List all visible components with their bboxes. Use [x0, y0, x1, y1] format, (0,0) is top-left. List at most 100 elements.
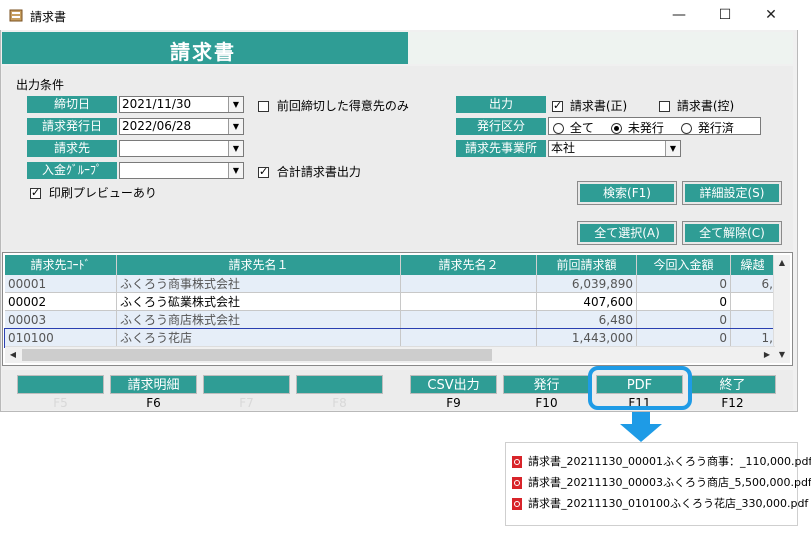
table-row[interactable]: 00003 ふくろう商店株式会社 6,480 0: [5, 311, 777, 329]
deposit-group-combo[interactable]: ▼: [119, 162, 244, 179]
cell-deposit: 0: [637, 329, 731, 347]
checkbox-icon[interactable]: [659, 101, 670, 112]
select-all-button[interactable]: 全て選択(A): [577, 221, 677, 245]
issue-type-radio-group: 全て 未発行 発行済: [548, 117, 761, 135]
table-row[interactable]: 00001 ふくろう商事株式会社 6,039,890 0 6,: [5, 275, 777, 293]
radio-all[interactable]: 全て: [553, 119, 594, 136]
table-row-selected[interactable]: 010100 ふくろう花店 1,443,000 0 1,: [4, 328, 778, 348]
checkbox-checked-icon[interactable]: [30, 186, 41, 199]
chevron-down-icon[interactable]: ▼: [665, 141, 680, 156]
clear-all-button[interactable]: 全て解除(C): [682, 221, 782, 245]
cell-deposit: 0: [637, 275, 731, 293]
vertical-scrollbar[interactable]: ▲ ▼: [773, 255, 790, 363]
deposit-group-label: 入金ｸﾞﾙｰﾌﾟ: [27, 162, 117, 179]
file-item[interactable]: 請求書_20211130_00001ふくろう商事：_110,000.pdf: [512, 453, 811, 471]
cell-code: 00002: [5, 293, 117, 311]
chevron-down-icon[interactable]: ▼: [228, 97, 243, 112]
output-copy-checkbox[interactable]: 請求書(控): [659, 97, 734, 114]
issue-date-combo[interactable]: 2022/06/28 ▼: [119, 118, 244, 135]
cell-carry: 6,: [731, 275, 777, 293]
scroll-right-icon[interactable]: ▶: [759, 347, 775, 363]
print-preview-checkbox[interactable]: 印刷プレビューあり: [30, 184, 157, 201]
radio-icon[interactable]: [553, 123, 564, 134]
chevron-down-icon[interactable]: ▼: [228, 119, 243, 134]
cell-name2: [401, 275, 537, 293]
radio-issued-label: 発行済: [697, 121, 734, 135]
column-header-code[interactable]: 請求先ｺｰﾄﾞ: [5, 255, 117, 275]
pdf-file-list: 請求書_20211130_00001ふくろう商事：_110,000.pdf 請求…: [505, 442, 811, 526]
pdf-file-icon: [512, 498, 522, 510]
cell-carry: [731, 311, 777, 329]
scroll-up-icon[interactable]: ▲: [774, 255, 790, 271]
issue-type-label: 発行区分: [456, 118, 546, 135]
close-button[interactable]: ✕: [748, 0, 794, 30]
column-header-name2[interactable]: 請求先名２: [401, 255, 537, 275]
issue-button[interactable]: 発行: [503, 375, 590, 394]
radio-unissued-label: 未発行: [627, 121, 664, 135]
scroll-left-icon[interactable]: ◀: [5, 347, 21, 363]
column-header-prev-amount[interactable]: 前回請求額: [537, 255, 637, 275]
billing-to-label: 請求先: [27, 140, 117, 157]
cell-name2: [401, 311, 537, 329]
file-name: 請求書_20211130_00001ふくろう商事：_110,000.pdf: [528, 455, 811, 468]
print-preview-label: 印刷プレビューあり: [48, 186, 157, 200]
office-value: 本社: [551, 141, 576, 155]
f9-key-label: F9: [446, 396, 461, 410]
output-original-checkbox[interactable]: 請求書(正): [552, 97, 627, 114]
office-label: 請求先事業所: [456, 140, 546, 157]
scroll-down-icon[interactable]: ▼: [774, 347, 790, 363]
horizontal-scrollbar[interactable]: ◀ ▶: [5, 346, 775, 363]
cell-deposit: 0: [637, 293, 731, 311]
cell-prev-amount: 6,480: [537, 311, 637, 329]
office-combo[interactable]: 本社 ▼: [548, 140, 681, 157]
f5-key-label: F5: [53, 396, 68, 410]
radio-icon[interactable]: [681, 123, 692, 134]
f5-button[interactable]: [17, 375, 104, 394]
column-header-name1[interactable]: 請求先名１: [117, 255, 401, 275]
cell-prev-amount: 6,039,890: [537, 275, 637, 293]
file-name: 請求書_20211130_00003ふくろう商店_5,500,000.pdf: [528, 476, 811, 489]
total-invoice-label: 合計請求書出力: [276, 165, 361, 179]
cell-carry: [731, 293, 777, 311]
exit-button[interactable]: 終了: [689, 375, 776, 394]
total-invoice-checkbox[interactable]: 合計請求書出力: [258, 163, 361, 180]
scroll-thumb[interactable]: [22, 349, 492, 361]
minimize-button[interactable]: —: [656, 0, 702, 30]
cell-deposit: 0: [637, 311, 731, 329]
radio-issued[interactable]: 発行済: [681, 119, 734, 136]
f8-key-label: F8: [332, 396, 347, 410]
invoice-detail-button[interactable]: 請求明細: [110, 375, 197, 394]
column-header-carry[interactable]: 繰越: [731, 255, 775, 275]
f12-key-label: F12: [721, 396, 744, 410]
detail-settings-button[interactable]: 詳細設定(S): [682, 181, 782, 205]
billing-grid: 請求先ｺｰﾄﾞ 請求先名１ 請求先名２ 前回請求額 今回入金額 繰越 00001…: [2, 252, 793, 366]
cell-code: 00003: [5, 311, 117, 329]
search-button[interactable]: 検索(F1): [577, 181, 677, 205]
f7-button[interactable]: [203, 375, 290, 394]
radio-unissued[interactable]: 未発行: [611, 119, 664, 136]
checkbox-checked-icon[interactable]: [258, 165, 269, 178]
f8-button[interactable]: [296, 375, 383, 394]
file-item[interactable]: 請求書_20211130_00003ふくろう商店_5,500,000.pdf: [512, 474, 811, 492]
cell-prev-amount: 407,600: [537, 293, 637, 311]
cell-name2: [401, 329, 537, 347]
file-name: 請求書_20211130_010100ふくろう花店_330,000.pdf: [528, 497, 809, 510]
cell-name1: ふくろう商事株式会社: [117, 275, 401, 293]
cell-name2: [401, 293, 537, 311]
prev-only-checkbox[interactable]: 前回締切した得意先のみ: [258, 97, 409, 114]
column-header-deposit[interactable]: 今回入金額: [637, 255, 731, 275]
billing-to-combo[interactable]: ▼: [119, 140, 244, 157]
chevron-down-icon[interactable]: ▼: [228, 141, 243, 156]
file-item[interactable]: 請求書_20211130_010100ふくろう花店_330,000.pdf: [512, 495, 808, 513]
table-row[interactable]: 00002 ふくろう砿業株式会社 407,600 0: [5, 293, 777, 311]
closing-date-combo[interactable]: 2021/11/30 ▼: [119, 96, 244, 113]
cell-carry: 1,: [731, 329, 777, 347]
chevron-down-icon[interactable]: ▼: [228, 163, 243, 178]
checkbox-icon[interactable]: [258, 101, 269, 112]
radio-selected-icon[interactable]: [611, 123, 622, 134]
f6-key-label: F6: [146, 396, 161, 410]
maximize-button[interactable]: ☐: [702, 0, 748, 30]
cell-name1: ふくろう砿業株式会社: [117, 293, 401, 311]
checkbox-checked-icon[interactable]: [552, 99, 563, 112]
csv-export-button[interactable]: CSV出力: [410, 375, 497, 394]
